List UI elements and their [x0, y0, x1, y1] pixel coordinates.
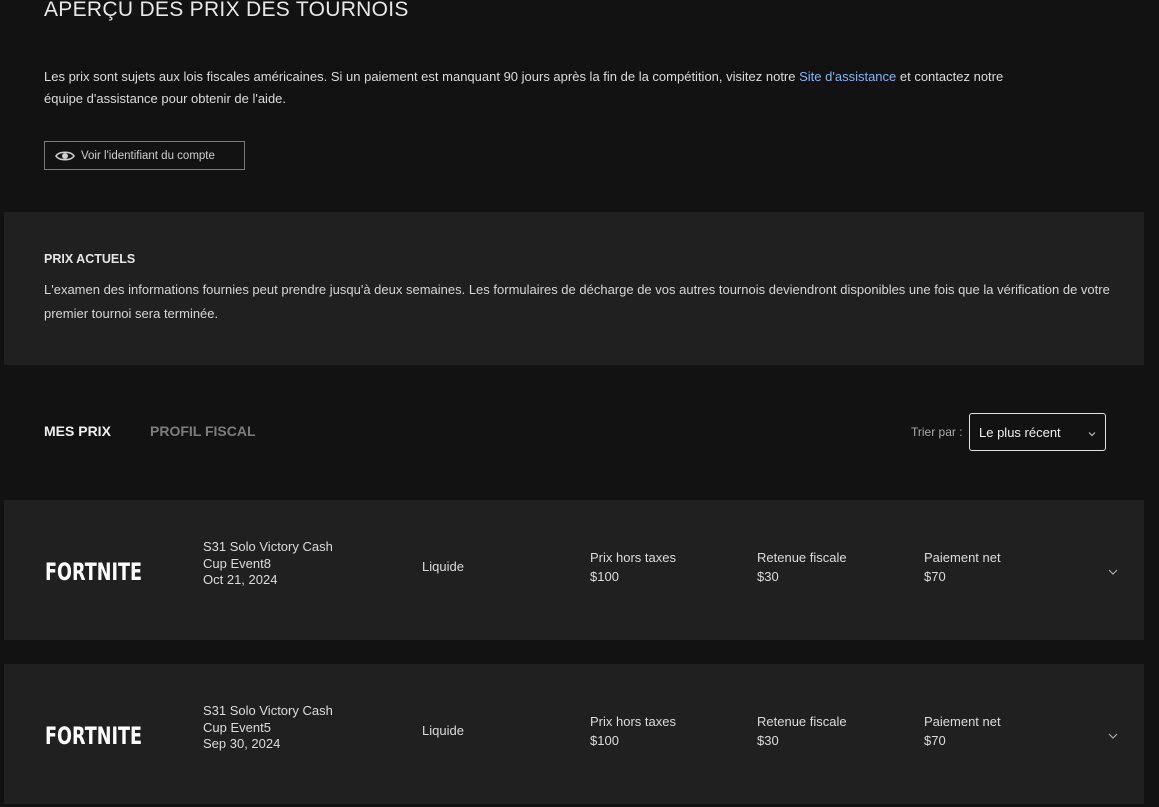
event-date: Sep 30, 2024: [203, 736, 281, 751]
net-payment: Paiement net $70: [924, 712, 1001, 750]
fortnite-logo: FORTNITE: [45, 556, 143, 586]
event-name-line1: S31 Solo Victory Cash: [203, 539, 333, 554]
page: APERÇU DES PRIX DES TOURNOIS Les prix so…: [0, 0, 1159, 807]
expand-chevron-icon[interactable]: [1107, 565, 1119, 577]
sort-label: Trier par :: [911, 425, 963, 439]
event-name-line2: Cup Event8: [203, 555, 271, 571]
tab-tax-profile[interactable]: PROFIL FISCAL: [150, 423, 256, 439]
gross-prize-label: Prix hors taxes: [590, 550, 676, 565]
tax-withholding-label: Retenue fiscale: [757, 714, 847, 729]
expand-chevron-icon[interactable]: [1107, 729, 1119, 741]
tax-withholding: Retenue fiscale $30: [757, 548, 847, 586]
eye-icon: [55, 149, 75, 163]
fortnite-logo: FORTNITE: [45, 720, 143, 750]
net-payment: Paiement net $70: [924, 548, 1001, 586]
view-account-id-button[interactable]: Voir l'identifiant du compte: [44, 141, 245, 170]
intro-text-start: Les prix sont sujets aux lois fiscales a…: [44, 69, 800, 84]
prize-type: Liquide: [422, 559, 464, 574]
net-payment-value: $70: [924, 569, 946, 584]
event-name-line2: Cup Event5: [203, 719, 271, 735]
current-prizes-panel: PRIX ACTUELS L'examen des informations f…: [4, 212, 1144, 365]
gross-prize-value: $100: [590, 569, 619, 584]
sort-selected-value: Le plus récent: [979, 424, 1061, 440]
gross-prize-label: Prix hors taxes: [590, 714, 676, 729]
gross-prize: Prix hors taxes $100: [590, 548, 676, 586]
tax-withholding-label: Retenue fiscale: [757, 550, 847, 565]
prize-row[interactable]: FORTNITE S31 Solo Victory Cash Cup Event…: [4, 664, 1144, 804]
event-info: S31 Solo Victory Cash Cup Event5 Sep 30,…: [203, 703, 363, 753]
view-account-id-label: Voir l'identifiant du compte: [81, 149, 215, 162]
event-name-line1: S31 Solo Victory Cash: [203, 703, 333, 718]
current-prizes-text: L'examen des informations fournies peut …: [44, 282, 1110, 321]
prize-type: Liquide: [422, 723, 464, 738]
fortnite-logo-text: FORTNITE: [45, 558, 142, 583]
prize-row[interactable]: FORTNITE S31 Solo Victory Cash Cup Event…: [4, 500, 1144, 640]
tab-my-prizes[interactable]: MES PRIX: [44, 423, 111, 439]
chevron-down-icon: [1087, 427, 1097, 437]
sort-select[interactable]: Le plus récent: [969, 413, 1106, 451]
page-title: APERÇU DES PRIX DES TOURNOIS: [44, 0, 409, 21]
tax-withholding-value: $30: [757, 733, 779, 748]
fortnite-logo-text: FORTNITE: [45, 722, 142, 747]
event-date: Oct 21, 2024: [203, 572, 278, 587]
gross-prize-value: $100: [590, 733, 619, 748]
gross-prize: Prix hors taxes $100: [590, 712, 676, 750]
tax-withholding-value: $30: [757, 569, 779, 584]
event-info: S31 Solo Victory Cash Cup Event8 Oct 21,…: [203, 539, 363, 589]
net-payment-label: Paiement net: [924, 714, 1001, 729]
intro-text: Les prix sont sujets aux lois fiscales a…: [44, 66, 1044, 110]
tax-withholding: Retenue fiscale $30: [757, 712, 847, 750]
current-prizes-title: PRIX ACTUELS: [44, 252, 136, 266]
net-payment-label: Paiement net: [924, 550, 1001, 565]
net-payment-value: $70: [924, 733, 946, 748]
support-site-link[interactable]: Site d'assistance: [799, 69, 896, 84]
